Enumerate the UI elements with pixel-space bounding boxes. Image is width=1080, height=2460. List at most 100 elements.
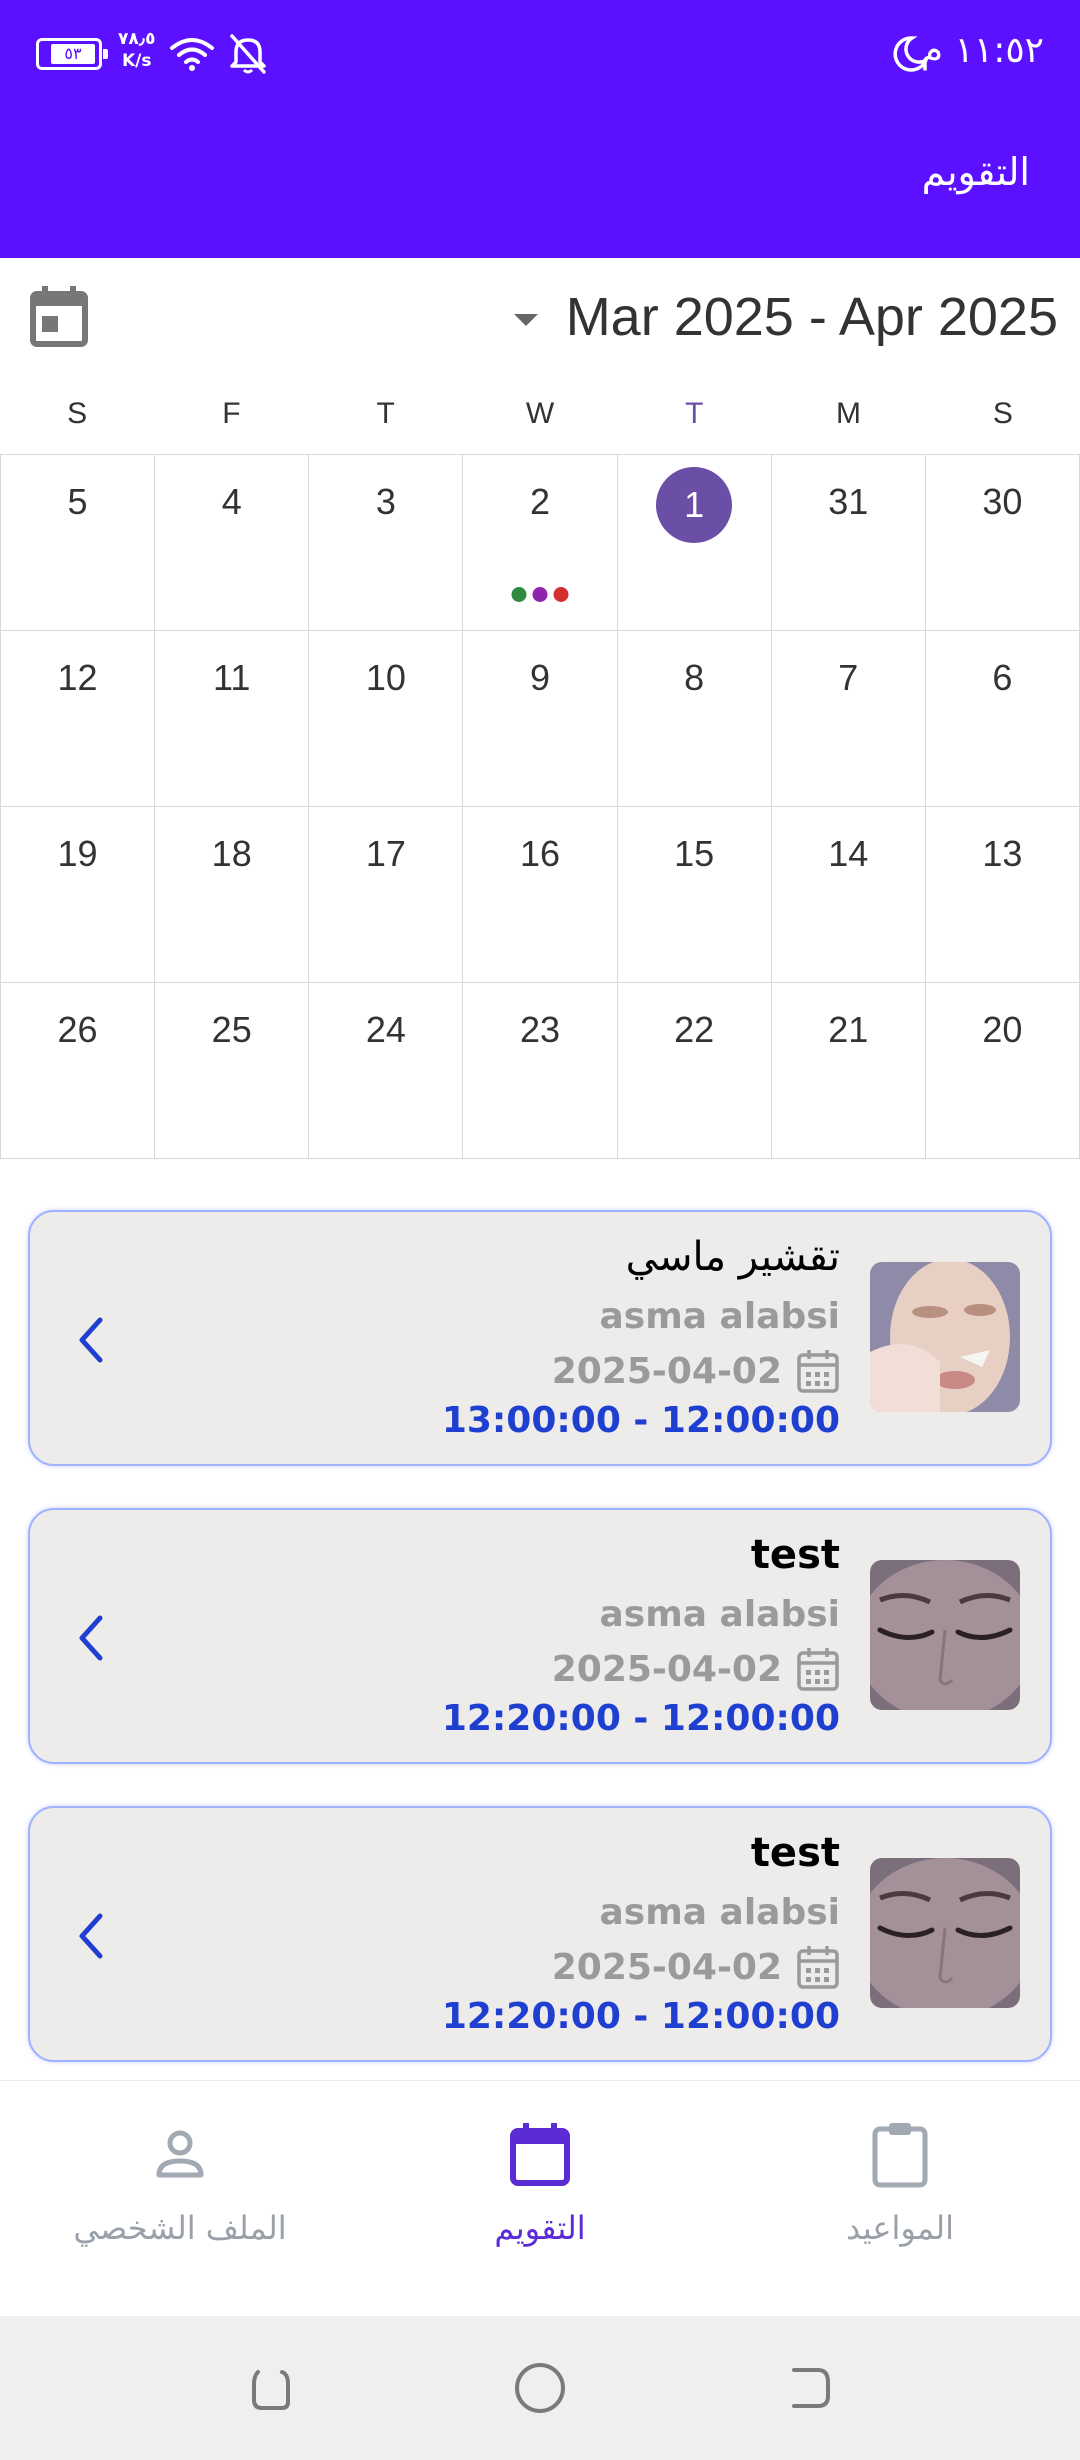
nav-item-profile[interactable]: الملف الشخصي bbox=[30, 2119, 330, 2247]
weekday-label: S bbox=[67, 397, 88, 430]
day-number: 25 bbox=[211, 1009, 252, 1050]
appointment-card[interactable]: تقشير ماسي asma alabsi 2025-04-02 13:00:… bbox=[28, 1210, 1052, 1466]
month-range-title[interactable]: Mar 2025 - Apr 2025 bbox=[566, 286, 1058, 348]
day-number: 5 bbox=[67, 481, 88, 522]
day-number: 31 bbox=[828, 481, 869, 522]
calendar-day-cell[interactable]: 19 bbox=[0, 807, 154, 982]
appointment-list: تقشير ماسي asma alabsi 2025-04-02 13:00:… bbox=[28, 1210, 1052, 2104]
weekday-label: T bbox=[376, 397, 395, 430]
client-name: asma alabsi bbox=[599, 1594, 840, 1635]
recent-apps-icon[interactable] bbox=[242, 2360, 298, 2416]
weekday-label: M bbox=[836, 397, 862, 430]
calendar-day-cell[interactable]: 13 bbox=[924, 807, 1080, 982]
day-number: 6 bbox=[992, 657, 1013, 698]
weekday-label: S bbox=[992, 397, 1013, 430]
weekday-header-row: S F T W T M S bbox=[0, 386, 1080, 454]
appointment-time-range: 12:20:00 - 12:00:00 bbox=[441, 1698, 840, 1739]
battery-level: ٥٣ bbox=[51, 44, 95, 64]
event-dots bbox=[511, 587, 569, 602]
day-number: 14 bbox=[828, 833, 869, 874]
calendar-day-cell[interactable]: 30 bbox=[924, 455, 1080, 630]
battery-icon: ٥٣ bbox=[36, 38, 108, 70]
calendar-day-cell[interactable]: 7 bbox=[770, 631, 925, 806]
network-speed: ٧٨٫٥ K/s bbox=[118, 28, 155, 72]
calendar-day-cell[interactable]: 24 bbox=[308, 983, 462, 1158]
calendar-day-cell[interactable]: 17 bbox=[308, 807, 462, 982]
bell-off-icon bbox=[230, 34, 266, 74]
calendar-day-cell[interactable]: 26 bbox=[0, 983, 154, 1158]
calendar-day-cell[interactable]: 4 bbox=[154, 455, 308, 630]
calendar-day-cell[interactable]: 10 bbox=[308, 631, 462, 806]
day-number: 2 bbox=[529, 481, 550, 522]
calendar-day-cell[interactable]: 9 bbox=[462, 631, 616, 806]
calendar-day-cell-today[interactable]: 1 bbox=[616, 455, 771, 630]
day-number: 24 bbox=[365, 1009, 406, 1050]
calendar-day-cell[interactable]: 23 bbox=[462, 983, 616, 1158]
calendar-day-cell[interactable]: 18 bbox=[154, 807, 308, 982]
appointment-time-range: 13:00:00 - 12:00:00 bbox=[441, 1400, 840, 1441]
status-time: ١١:٥٢ م bbox=[920, 30, 1044, 71]
appointment-date: 2025-04-02 bbox=[551, 1946, 782, 1988]
appointment-date-row: 2025-04-02 bbox=[552, 1348, 840, 1394]
calendar-icon bbox=[797, 1648, 839, 1691]
client-name: asma alabsi bbox=[599, 1296, 840, 1337]
calendar-day-cell[interactable]: 5 bbox=[0, 455, 154, 630]
calendar-week-row: 19 18 17 16 15 14 13 bbox=[0, 807, 1080, 983]
back-icon[interactable] bbox=[782, 2360, 838, 2416]
day-number: 20 bbox=[982, 1009, 1023, 1050]
calendar-header: Mar 2025 - Apr 2025 bbox=[0, 258, 1080, 378]
appointment-date: 2025-04-02 bbox=[551, 1350, 782, 1392]
calendar-day-cell[interactable]: 8 bbox=[616, 631, 771, 806]
weekday-label-today: T bbox=[685, 397, 704, 430]
calendar-day-cell[interactable]: 12 bbox=[0, 631, 154, 806]
day-number: 17 bbox=[365, 833, 406, 874]
chevron-left-icon[interactable] bbox=[70, 1312, 110, 1368]
day-number: 8 bbox=[684, 657, 705, 698]
day-number: 11 bbox=[213, 657, 251, 698]
calendar-day-cell-with-events[interactable]: 2 bbox=[462, 455, 616, 630]
face-treatment-photo bbox=[870, 1262, 1020, 1412]
day-number: 26 bbox=[57, 1009, 98, 1050]
calendar-day-cell[interactable]: 14 bbox=[770, 807, 925, 982]
home-icon[interactable] bbox=[512, 2360, 568, 2416]
chevron-left-icon[interactable] bbox=[70, 1908, 110, 1964]
calendar-day-cell[interactable]: 25 bbox=[154, 983, 308, 1158]
appointment-date-row: 2025-04-02 bbox=[552, 1944, 840, 1990]
eyelash-photo bbox=[870, 1858, 1020, 2008]
event-dot bbox=[532, 587, 548, 602]
nav-item-calendar[interactable]: التقويم bbox=[390, 2119, 690, 2247]
calendar-day-cell[interactable]: 6 bbox=[924, 631, 1080, 806]
weekday-label: F bbox=[222, 397, 241, 430]
clipboard-icon bbox=[872, 2123, 928, 2188]
nav-label-profile: الملف الشخصي bbox=[73, 2209, 287, 2247]
day-number: 18 bbox=[211, 833, 252, 874]
appointment-title: test bbox=[750, 1830, 840, 1876]
chevron-left-icon[interactable] bbox=[70, 1610, 110, 1666]
event-dot bbox=[511, 587, 527, 602]
calendar-icon bbox=[797, 1350, 839, 1393]
calendar-day-cell[interactable]: 11 bbox=[154, 631, 308, 806]
nav-item-appointments[interactable]: المواعيد bbox=[750, 2119, 1050, 2247]
day-number: 15 bbox=[674, 833, 715, 874]
range-dropdown-arrow-icon[interactable] bbox=[514, 314, 538, 326]
appointment-date-row: 2025-04-02 bbox=[552, 1646, 840, 1692]
calendar-day-cell[interactable]: 3 bbox=[308, 455, 462, 630]
calendar-day-cell[interactable]: 31 bbox=[770, 455, 925, 630]
day-number: 3 bbox=[375, 481, 396, 522]
calendar-day-cell[interactable]: 21 bbox=[770, 983, 925, 1158]
day-number: 13 bbox=[982, 833, 1023, 874]
page-title: التقويم bbox=[921, 150, 1030, 194]
day-number: 9 bbox=[529, 657, 550, 698]
calendar-today-icon[interactable] bbox=[30, 284, 88, 348]
calendar-day-cell[interactable]: 20 bbox=[924, 983, 1080, 1158]
appointment-time-range: 12:20:00 - 12:00:00 bbox=[441, 1996, 840, 2037]
calendar-day-cell[interactable]: 22 bbox=[616, 983, 771, 1158]
appointment-card[interactable]: test asma alabsi 2025-04-02 12:20:00 - 1… bbox=[28, 1806, 1052, 2062]
calendar-week-row: 26 25 24 23 22 21 20 bbox=[0, 983, 1080, 1159]
calendar-day-cell[interactable]: 16 bbox=[462, 807, 616, 982]
nav-label-calendar: التقويم bbox=[494, 2209, 586, 2247]
bottom-navigation: الملف الشخصي التقويم المواعيد bbox=[0, 2080, 1080, 2316]
day-number: 23 bbox=[519, 1009, 561, 1050]
calendar-day-cell[interactable]: 15 bbox=[616, 807, 771, 982]
appointment-card[interactable]: test asma alabsi 2025-04-02 12:20:00 - 1… bbox=[28, 1508, 1052, 1764]
